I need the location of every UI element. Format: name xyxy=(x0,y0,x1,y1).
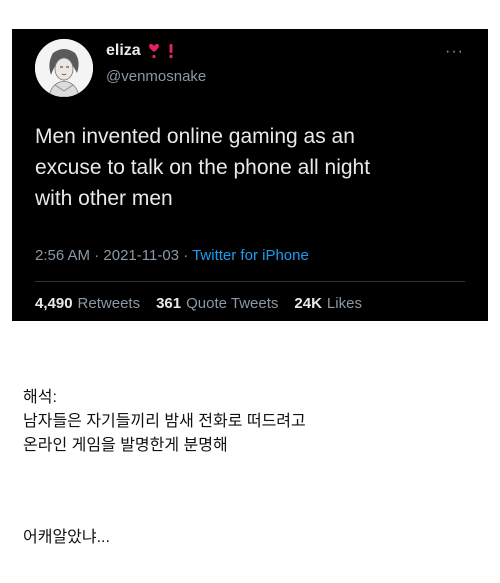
tweet-stats: 4,490 Retweets 361 Quote Tweets 24K Like… xyxy=(35,295,362,312)
retweets-label[interactable]: Retweets xyxy=(78,295,141,312)
tweet-date[interactable]: 2021-11-03 xyxy=(103,247,179,264)
avatar[interactable] xyxy=(35,39,93,97)
avatar-image xyxy=(35,39,93,97)
author-handle[interactable]: @venmosnake xyxy=(106,68,206,85)
tweet-text: Men invented online gaming as an excuse … xyxy=(35,121,465,214)
translation-caption: 해석: 남자들은 자기들끼리 밤새 전화로 떠드려고 온라인 게임을 발명한게 … xyxy=(23,386,306,458)
tweet-text-line: excuse to talk on the phone all night xyxy=(35,156,371,179)
more-icon[interactable]: ··· xyxy=(445,43,464,61)
tweet-source-link[interactable]: Twitter for iPhone xyxy=(192,247,309,264)
retweets-count[interactable]: 4,490 xyxy=(35,295,73,312)
author-display-name[interactable]: eliza xyxy=(106,42,141,60)
heart-exclamation-icon xyxy=(148,44,159,59)
tweet-text-line: with other men xyxy=(35,187,173,210)
divider xyxy=(35,281,465,282)
caption-line: 남자들은 자기들끼리 밤새 전화로 떠드려고 xyxy=(23,413,306,430)
caption-heading: 해석: xyxy=(23,389,57,406)
tweet-meta: 2:56 AM · 2021-11-03 · Twitter for iPhon… xyxy=(35,247,309,264)
meta-separator: · xyxy=(94,247,100,264)
tweet-time[interactable]: 2:56 AM xyxy=(35,247,90,264)
likes-count[interactable]: 24K xyxy=(294,295,322,312)
author-name-row: eliza xyxy=(106,42,175,60)
tweet-text-line: Men invented online gaming as an xyxy=(35,125,355,148)
meta-separator: · xyxy=(183,247,189,264)
tweet-card[interactable]: eliza @venmosnake ··· Men invented onlin… xyxy=(12,29,488,321)
exclamation-icon xyxy=(168,44,173,59)
quote-tweets-count[interactable]: 361 xyxy=(156,295,181,312)
caption-trailer: 어캐알았냐... xyxy=(23,529,110,546)
quote-tweets-label[interactable]: Quote Tweets xyxy=(186,295,278,312)
caption-line: 온라인 게임을 발명한게 분명해 xyxy=(23,437,228,454)
likes-label[interactable]: Likes xyxy=(327,295,362,312)
